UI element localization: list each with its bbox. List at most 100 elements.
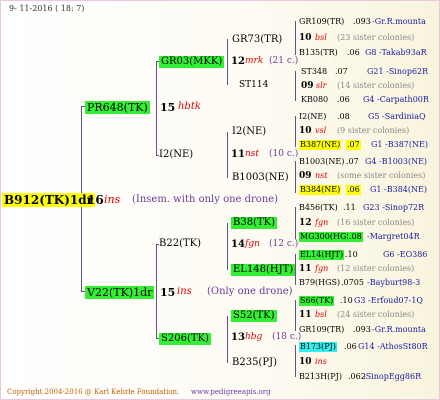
sire-count: 15 [160, 101, 176, 114]
gen2-node[interactable]: I2(NE) [159, 150, 193, 160]
gen4-value: .07 [335, 67, 348, 76]
gen4-node[interactable]: ST348 [301, 68, 327, 76]
gen4-note: (9 sister colonies) [337, 126, 410, 135]
gen3-node[interactable]: EL148(HJT) [231, 264, 296, 276]
gen4-note: (some sister colonies) [337, 171, 426, 180]
gen4-tag: bsl [315, 33, 327, 42]
gen4-value: .08 [337, 112, 350, 121]
gen4-value: .093 [353, 17, 371, 26]
gen4-count: 10 [299, 357, 312, 367]
gen2-node[interactable]: B22(TK) [159, 239, 201, 249]
gen2-count: 11 [231, 149, 245, 160]
gen4-node[interactable]: B135(TR) [299, 49, 338, 57]
gen4-node[interactable]: I2(NE) [299, 113, 326, 121]
gen4-note: (24 sister colonies) [337, 310, 415, 319]
connector [227, 223, 228, 270]
website-link[interactable]: www.pedigreeapis.org [191, 389, 271, 396]
gen4-origin: -Margret04R [367, 232, 420, 241]
gen4-count: 09 [299, 171, 312, 181]
gen4-count: 10 [299, 33, 312, 43]
gen3-node[interactable]: S52(TK) [231, 310, 277, 322]
gen4-tag: bsl [315, 310, 327, 319]
dam-tag: ins [177, 286, 192, 297]
gen4-value: .06 [344, 342, 357, 351]
gen3-node[interactable]: B1003(NE) [232, 173, 289, 183]
gen4-value: .08 [348, 232, 363, 242]
gen4-value: .06 [346, 185, 361, 195]
gen4-value: .06 [347, 48, 360, 57]
gen4-value: .0705 [341, 278, 364, 287]
gen4-value: .07 [346, 140, 361, 150]
root-count: 16 [87, 193, 104, 207]
gen4-node[interactable]: B173(PJ) [299, 342, 337, 352]
gen4-value: .093 [353, 325, 371, 334]
gen4-count: 12 [299, 218, 312, 228]
gen4-node[interactable]: B213H(PJ) [299, 373, 342, 381]
gen4-origin: G8 -Takab93aR [365, 48, 427, 57]
gen4-node[interactable]: B384(NE) [299, 185, 342, 195]
gen3-node[interactable]: B235(PJ) [232, 358, 277, 368]
dam-line[interactable]: V22(TK)1dr [85, 286, 155, 299]
connector [295, 161, 296, 193]
gen3-node[interactable]: I2(NE) [232, 127, 266, 137]
gen4-value: .10 [340, 296, 353, 305]
gen4-note: (16 sister colonies) [337, 218, 415, 227]
gen4-node[interactable]: B387(NE) [299, 140, 342, 150]
gen4-origin: G14 -AthosSt80R [358, 342, 428, 351]
gen4-value: .10 [345, 250, 358, 259]
gen4-origin: G1 -B384(NE) [370, 185, 427, 194]
gen2-tag: fgn [245, 239, 260, 249]
gen2-tag: nst [245, 149, 260, 159]
gen4-origin: G5 -SardiniaQ [368, 112, 426, 121]
gen4-origin: G6 -EO386 [383, 250, 428, 259]
connector [227, 132, 228, 178]
gen4-node[interactable]: B79(HGS) [299, 279, 340, 287]
gen4-count: 11 [299, 310, 312, 320]
gen2-count: 13 [231, 332, 245, 343]
gen4-note: (12 sister colonies) [337, 264, 415, 273]
gen4-node[interactable]: GR109(TR) [299, 326, 344, 334]
gen4-node[interactable]: GR109(TR) [299, 18, 344, 26]
connector [295, 21, 296, 55]
pedigree-frame: 9- 11-2016 ( 18: 7) Copyright 2004-2016 … [0, 0, 440, 400]
gen4-tag: slr [316, 81, 327, 90]
gen4-value: .11 [343, 203, 356, 212]
root-tag: ins [104, 193, 121, 206]
gen2-note: (10 c.) [269, 149, 299, 159]
root-note: (Insem. with only one drone) [132, 194, 279, 205]
gen4-node[interactable]: B1003(NE) [299, 158, 344, 166]
connector [295, 300, 296, 331]
connector [227, 316, 228, 363]
gen3-node[interactable]: B38(TK) [231, 217, 278, 229]
gen3-node[interactable]: GR73(TR) [232, 35, 282, 45]
dam-note: (Only one drone) [207, 286, 293, 297]
gen4-count: 11 [299, 264, 312, 274]
sire-line[interactable]: PR648(TK) [85, 101, 150, 114]
gen2-node[interactable]: S206(TK) [159, 333, 211, 345]
gen4-origin: G3 -Erfoud07-1Q [354, 296, 423, 305]
gen4-node[interactable]: B456(TK) [299, 204, 338, 212]
gen2-note: (12 c.) [269, 239, 299, 249]
root-queen[interactable]: B912(TK)1dr [2, 193, 95, 207]
gen3-node[interactable]: ST114 [239, 81, 268, 90]
gen4-node[interactable]: EL14(HJT) [299, 250, 345, 260]
gen4-count: 09 [301, 81, 314, 91]
gen4-value: .06 [337, 95, 350, 104]
gen4-node[interactable]: KB080 [301, 96, 328, 104]
connector [295, 116, 296, 147]
connector [295, 71, 296, 101]
gen4-tag: vsl [315, 126, 327, 135]
gen4-origin: -Gr.R.mounta [372, 325, 426, 334]
copyright: Copyright 2004-2016 @ Karl Kehrle Founda… [7, 388, 180, 396]
gen4-origin: G1 -B387(NE) [371, 140, 428, 149]
gen2-tag: mrk [245, 56, 264, 66]
gen2-note: (18 c.) [272, 332, 302, 342]
sire-tag: hbtk [178, 101, 201, 112]
gen4-origin: G4 -Carpath00R [363, 95, 429, 104]
gen4-note: (14 sister colonies) [337, 81, 415, 90]
connector [156, 244, 157, 339]
gen2-node[interactable]: GR03(MKK) [159, 56, 225, 68]
connector [295, 345, 296, 377]
gen4-tag: nst [315, 171, 328, 180]
gen4-node[interactable]: S66(TK) [299, 296, 335, 306]
